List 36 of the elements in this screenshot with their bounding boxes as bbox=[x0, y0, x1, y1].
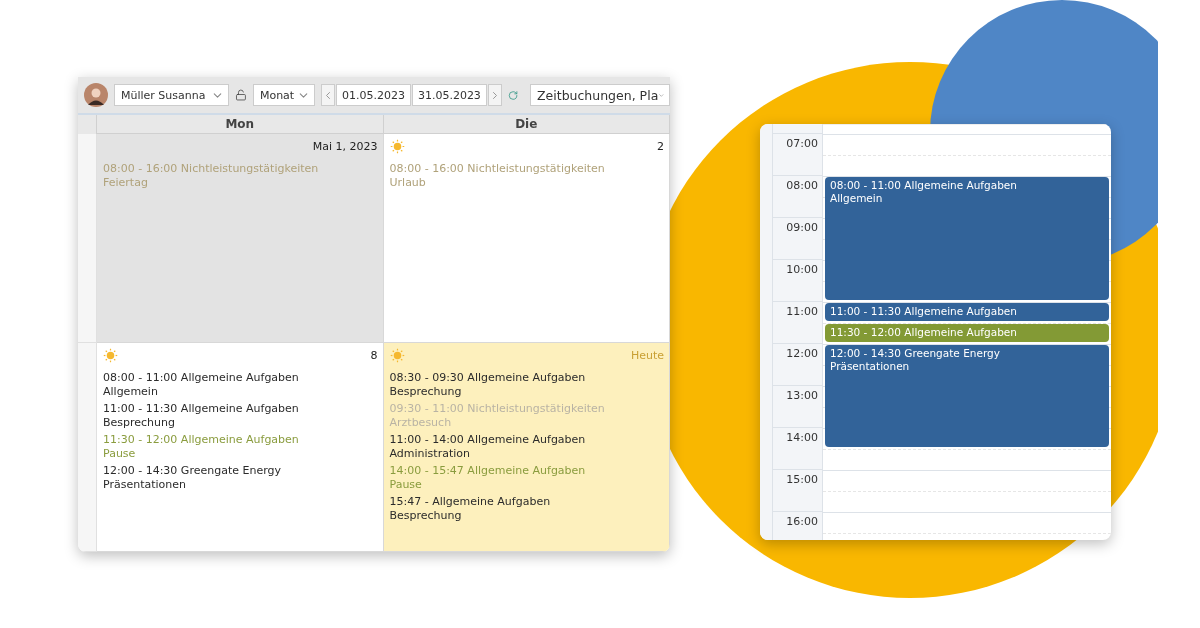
calendar-entry[interactable]: 15:47 - Allgemeine Aufgaben Besprechung bbox=[389, 495, 664, 522]
event-block[interactable]: 08:00 - 11:00 Allgemeine Aufgaben Allgemein bbox=[825, 177, 1109, 300]
next-button[interactable] bbox=[487, 84, 502, 106]
hour-label: 10:00 bbox=[786, 263, 818, 278]
hour-label: 16:00 bbox=[786, 515, 818, 530]
calendar-entry[interactable]: 12:00 - 14:30 Greengate Energy Präsentationen bbox=[103, 464, 378, 491]
calendar-entry[interactable]: 08:30 - 09:30 Allgemeine Aufgaben Besprechung bbox=[389, 371, 664, 398]
sun-icon bbox=[103, 347, 118, 363]
column-header: Die bbox=[383, 115, 670, 134]
hour-label: 12:00 bbox=[786, 347, 818, 362]
column-header: Mon bbox=[97, 115, 384, 134]
hour-label: 07:00 bbox=[786, 137, 818, 152]
hour-label: 08:00 bbox=[786, 179, 818, 194]
view-select[interactable]: Monat bbox=[252, 84, 315, 106]
day-label: Mai 1, 2023 bbox=[312, 139, 378, 153]
calendar-entry[interactable]: 11:00 - 11:30 Allgemeine Aufgaben Besprechung bbox=[103, 402, 378, 429]
hour-label: 15:00 bbox=[786, 473, 818, 488]
avatar bbox=[84, 83, 108, 107]
day-label: 2 bbox=[657, 139, 664, 153]
previous-button[interactable] bbox=[320, 84, 335, 106]
event-block[interactable]: 11:00 - 11:30 Allgemeine Aufgaben bbox=[825, 303, 1109, 321]
event-block[interactable]: 12:00 - 14:30 Greengate Energy Präsentationen bbox=[825, 345, 1109, 447]
filter-select[interactable]: Zeitbuchungen, Pla bbox=[530, 84, 670, 106]
hour-label: 13:00 bbox=[786, 389, 818, 404]
day-label: Heute bbox=[630, 348, 664, 362]
hour-label: 09:00 bbox=[786, 221, 818, 236]
end-date-field[interactable]: 31.05.2023 bbox=[411, 84, 487, 106]
hour-label: 11:00 bbox=[786, 305, 818, 320]
start-date-field[interactable]: 01.05.2023 bbox=[335, 84, 411, 106]
calendar-entry[interactable]: 08:00 - 11:00 Allgemeine Aufgaben Allgemein bbox=[103, 371, 378, 398]
employee-select[interactable]: Müller Susanna bbox=[114, 84, 229, 106]
calendar-entry[interactable]: 11:00 - 14:00 Allgemeine Aufgaben Administration bbox=[389, 433, 664, 460]
day-label: 8 bbox=[370, 348, 378, 362]
hour-label: 14:00 bbox=[786, 431, 818, 446]
sun-icon bbox=[389, 347, 405, 363]
sun-icon bbox=[389, 138, 405, 154]
